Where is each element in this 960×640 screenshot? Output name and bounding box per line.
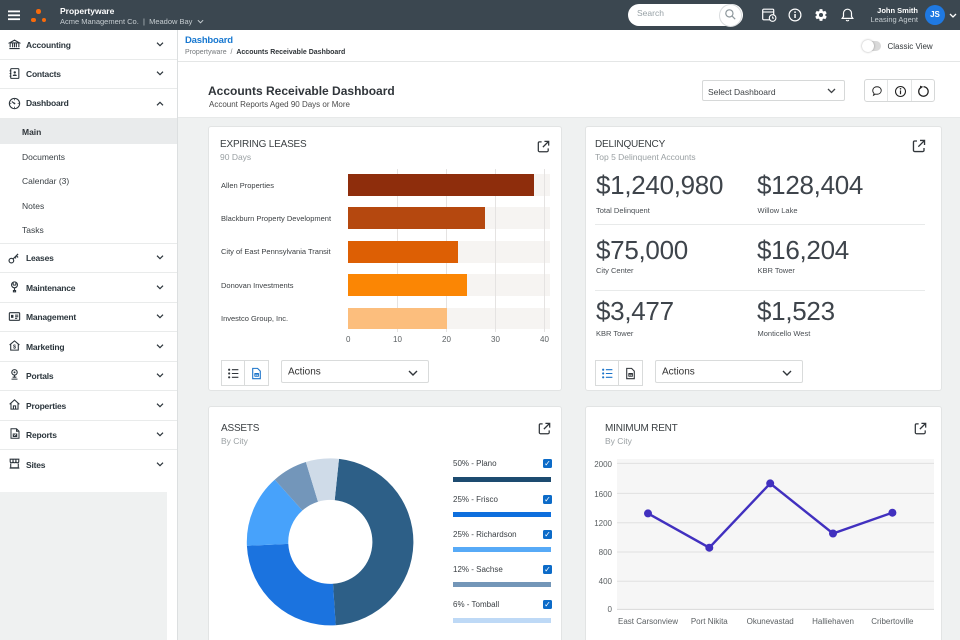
svg-text:$: $ <box>13 344 16 350</box>
svg-text:xs: xs <box>255 373 259 377</box>
svg-text:xs: xs <box>629 373 633 377</box>
